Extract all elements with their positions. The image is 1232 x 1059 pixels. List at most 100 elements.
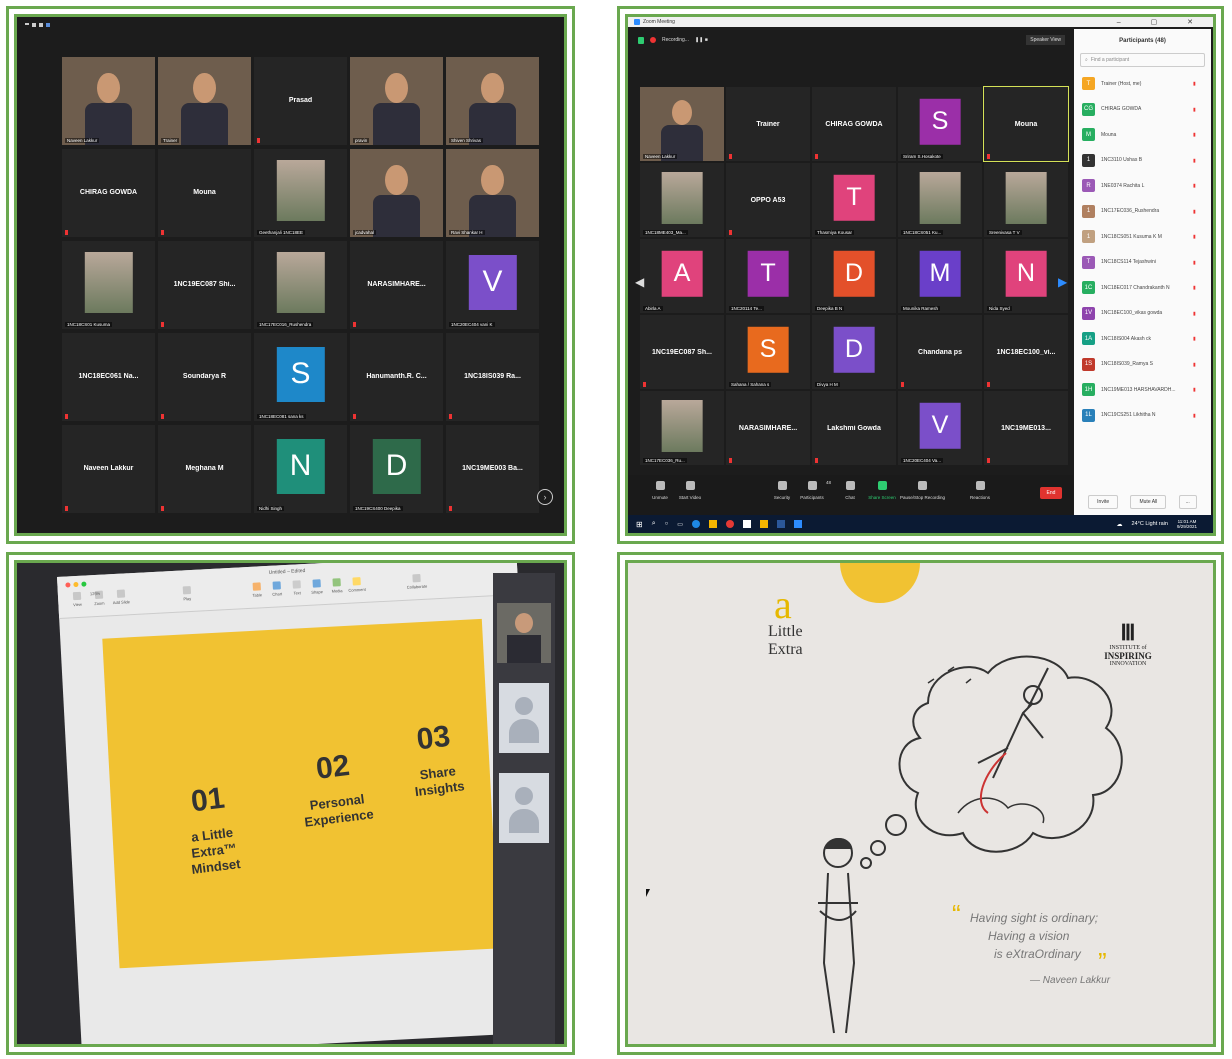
video-tile[interactable]: Ravi Shankar H	[446, 149, 539, 237]
muted-mic-icon[interactable]: ▮	[1193, 107, 1205, 113]
muted-mic-icon[interactable]: ▮	[1193, 285, 1205, 291]
keynote-toolbar-button[interactable]: Play	[176, 586, 199, 602]
shield-icon[interactable]	[638, 36, 644, 44]
participant-list-item[interactable]: T 1NC18CS114 Tejashwini ▮	[1082, 250, 1205, 275]
invite-button[interactable]: Invite	[1088, 495, 1119, 509]
participant-list-item[interactable]: CG CHIRAG GOWDA ▮	[1082, 97, 1205, 122]
windows-start-icon[interactable]: ⊞	[636, 520, 643, 529]
video-tile[interactable]: S 1NC18EC081 sana ks	[254, 333, 347, 421]
participant-list-item[interactable]: T Trainer (Host, me) ▮	[1082, 71, 1205, 96]
video-tile[interactable]: Shiven Shrivas	[446, 57, 539, 145]
video-tile[interactable]: NARASIMHARE...	[726, 391, 810, 465]
video-tile[interactable]: 1NC18ME403_Ma...	[640, 163, 724, 237]
video-tile[interactable]: Meghana M	[158, 425, 251, 513]
muted-mic-icon[interactable]: ▮	[1193, 183, 1205, 189]
participant-list-item[interactable]: 1V 1NC18EC100_vikas gowda ▮	[1082, 301, 1205, 326]
video-tile[interactable]: 1NC18EC061 Na...	[62, 333, 155, 421]
toolbar-button[interactable]: Share Screen	[860, 481, 904, 500]
keynote-toolbar-button[interactable]: View	[66, 591, 89, 607]
participant-list-item[interactable]: R 1NE0374 Rachita L ▮	[1082, 173, 1205, 198]
video-tile[interactable]: S Sahana / Sahana s	[726, 315, 810, 389]
video-tile[interactable]: 1NC18CS051 Ku...	[898, 163, 982, 237]
participant-list-item[interactable]: M Mouna ▮	[1082, 122, 1205, 147]
video-tile[interactable]: pravin	[350, 57, 443, 145]
pause-recording-icon[interactable]: ❚❚ ■	[695, 37, 708, 43]
keynote-toolbar-button[interactable]: Collaborate	[405, 573, 428, 590]
video-tile[interactable]: D Divya H M	[812, 315, 896, 389]
video-tile[interactable]: N Nidhi Singh	[254, 425, 347, 513]
video-tile[interactable]: Chandana ps	[898, 315, 982, 389]
video-tile[interactable]: 1NC19EC087 Sh...	[640, 315, 724, 389]
video-tile[interactable]: 1NC18IS039 Ra...	[446, 333, 539, 421]
participant-list-item[interactable]: 1S 1NC18IS039_Ramya S ▮	[1082, 352, 1205, 377]
video-tile[interactable]: 1NC18EC100_vi...	[984, 315, 1068, 389]
video-tile[interactable]: OPPO A53	[726, 163, 810, 237]
video-tile[interactable]: 1NC18CS01 Kusuma	[62, 241, 155, 329]
toolbar-button[interactable]: Reactions	[958, 481, 1002, 500]
muted-mic-icon[interactable]: ▮	[1193, 209, 1205, 215]
video-tile[interactable]: V 1NC20EC404 Va...	[898, 391, 982, 465]
muted-mic-icon[interactable]: ▮	[1193, 158, 1205, 164]
prev-page-arrow[interactable]: ◀	[635, 275, 644, 289]
video-tile[interactable]: Prasad	[254, 57, 347, 145]
muted-mic-icon[interactable]: ▮	[1193, 81, 1205, 87]
participant-list-item[interactable]: 1 1NC18CS051 Kusuma K M ▮	[1082, 224, 1205, 249]
video-tile[interactable]: T Thasmiya Kousar	[812, 163, 896, 237]
video-tile[interactable]: CHIRAG GOWDA	[62, 149, 155, 237]
video-tile[interactable]: Soundarya R	[158, 333, 251, 421]
video-tile[interactable]: 1NC17EC036_Ru...	[640, 391, 724, 465]
video-tile[interactable]: NARASIMHARE...	[350, 241, 443, 329]
video-tile[interactable]: D Deepika B N	[812, 239, 896, 313]
muted-mic-icon[interactable]: ▮	[1193, 362, 1205, 368]
more-button[interactable]: ...	[1178, 495, 1197, 509]
explorer-icon[interactable]	[759, 520, 768, 528]
participant-list-item[interactable]: 1 1NC17EC036_Rushendra ▮	[1082, 199, 1205, 224]
keynote-toolbar-button[interactable]: Comment	[345, 577, 368, 593]
cortana-icon[interactable]: ○	[665, 521, 669, 527]
window-controls[interactable]: – ▢ ✕	[1117, 18, 1207, 26]
muted-mic-icon[interactable]: ▮	[1193, 336, 1205, 342]
zoom-taskbar-icon[interactable]	[793, 520, 802, 528]
participant-list-item[interactable]: 1H 1NC19ME013 HARSHAVARDH... ▮	[1082, 377, 1205, 402]
video-tile[interactable]: Trainer	[158, 57, 251, 145]
find-participant-input[interactable]: ⌕ Find a participant	[1080, 53, 1205, 67]
edge-icon[interactable]	[691, 520, 700, 528]
participant-list-item[interactable]: 1L 1NC19CS251 Likhitha N ▮	[1082, 403, 1205, 428]
video-tile[interactable]: 1NC19ME003 Ba...	[446, 425, 539, 513]
muted-mic-icon[interactable]: ▮	[1193, 234, 1205, 240]
chrome-icon[interactable]	[725, 520, 734, 528]
video-tile[interactable]: T 1NC20114 Te...	[726, 239, 810, 313]
video-tile[interactable]: Mouna	[158, 149, 251, 237]
muted-mic-icon[interactable]: ▮	[1193, 413, 1205, 419]
video-tile[interactable]: D 1NC19CS400 Deepika	[350, 425, 443, 513]
video-tile[interactable]: 1NC19EC087 Shi...	[158, 241, 251, 329]
toolbar-button[interactable]: Start Video	[668, 481, 712, 500]
video-tile[interactable]: Naveen Lakkur	[62, 425, 155, 513]
video-tile[interactable]: S Sriram S.Hosakote	[898, 87, 982, 161]
video-tile[interactable]: 1NC17EC016_Rushendra	[254, 241, 347, 329]
video-tile[interactable]: A Abirla A	[640, 239, 724, 313]
video-tile[interactable]: CHIRAG GOWDA	[812, 87, 896, 161]
video-tile[interactable]: Sreenivasa T V	[984, 163, 1068, 237]
video-tile[interactable]: Naveen Lakkur	[640, 87, 724, 161]
zoom-level[interactable]: 125%	[90, 591, 100, 597]
video-tile[interactable]: V 1NC20EC404 vani K	[446, 241, 539, 329]
video-tile[interactable]: 1NC19ME013...	[984, 391, 1068, 465]
participant-list-item[interactable]: 1C 1NC18EC017 Chandrakanth N ▮	[1082, 275, 1205, 300]
video-tile[interactable]: Geethanjali 1NC18EE	[254, 149, 347, 237]
speaker-view-button[interactable]: Speaker View	[1026, 35, 1065, 45]
end-meeting-button[interactable]: End	[1040, 487, 1062, 499]
video-tile[interactable]: M Mounika Ramesh	[898, 239, 982, 313]
muted-mic-icon[interactable]: ▮	[1193, 260, 1205, 266]
next-page-button[interactable]: ›	[537, 489, 553, 505]
participant-list-item[interactable]: 1A 1NC18IS004 Akash ck ▮	[1082, 326, 1205, 351]
video-tile[interactable]: Hanumanth.R. C...	[350, 333, 443, 421]
participant-list-item[interactable]: 1 1NC3110 Ushas B ▮	[1082, 148, 1205, 173]
search-taskbar-icon[interactable]: ⌕	[652, 520, 656, 528]
store-icon[interactable]	[742, 520, 751, 528]
next-page-arrow[interactable]: ▶	[1058, 275, 1067, 289]
video-tile[interactable]: jcadvahal	[350, 149, 443, 237]
video-tile[interactable]: Lakshmi Gowda	[812, 391, 896, 465]
word-icon[interactable]	[776, 520, 785, 528]
muted-mic-icon[interactable]: ▮	[1193, 132, 1205, 138]
